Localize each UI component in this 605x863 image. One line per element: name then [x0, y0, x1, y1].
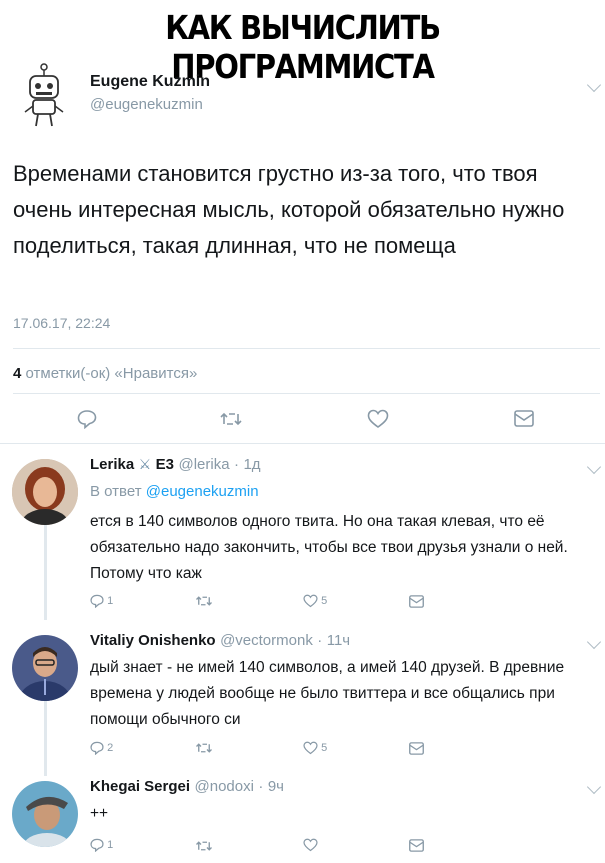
reply-button[interactable]: 1 — [90, 594, 113, 608]
retweet-button[interactable] — [195, 595, 213, 607]
message-button[interactable] — [514, 410, 534, 427]
divider — [13, 393, 600, 394]
message-icon — [514, 410, 534, 427]
robot-avatar[interactable] — [20, 62, 68, 130]
reply-count: 1 — [107, 594, 114, 607]
likes-label: отметки(-ок) «Нравится» — [25, 365, 198, 382]
chevron-down-icon[interactable] — [586, 459, 602, 475]
like-icon — [303, 741, 318, 755]
like-count: 5 — [321, 741, 328, 754]
retweet-icon — [220, 412, 242, 426]
reply-author-handle[interactable]: @vectormonk — [220, 632, 313, 649]
tweet-date: 17.06.17, 22:24 — [13, 315, 111, 331]
divider — [13, 348, 600, 349]
reply-header: Lerika ⚔ E3 @lerika · 1д — [90, 456, 261, 473]
message-icon — [409, 742, 424, 755]
retweet-icon — [196, 743, 212, 753]
like-button[interactable] — [367, 409, 389, 429]
like-icon — [303, 838, 318, 852]
author-handle[interactable]: @eugenekuzmin — [90, 96, 203, 113]
reply-icon — [90, 594, 104, 608]
crossed-swords-icon: ⚔ — [138, 456, 152, 472]
reply-button[interactable]: 2 — [90, 741, 113, 755]
author-name[interactable]: Eugene Kuzmin — [90, 73, 210, 91]
divider — [0, 443, 605, 444]
reply-author-name-suffix[interactable]: E3 — [156, 456, 174, 473]
reply-text: дый знает - не имей 140 символов, а имей… — [90, 659, 565, 728]
message-icon — [409, 595, 424, 608]
reply-author-handle[interactable]: @lerika — [178, 456, 229, 473]
reply-author-name[interactable]: Vitaliy Onishenko — [90, 632, 216, 649]
reply-author-name[interactable]: Khegai Sergei — [90, 778, 190, 795]
reply-header: Vitaliy Onishenko @vectormonk · 11ч — [90, 632, 351, 649]
reply-author-handle[interactable]: @nodoxi — [195, 778, 254, 795]
like-button[interactable]: 5 — [303, 741, 327, 755]
message-button[interactable] — [409, 595, 424, 608]
message-button[interactable] — [409, 839, 424, 852]
retweet-icon — [196, 596, 212, 606]
reply-text: ++ — [90, 805, 109, 822]
thread-line — [44, 524, 47, 620]
reply-count: 2 — [107, 741, 114, 754]
like-icon — [303, 594, 318, 608]
reply-time[interactable]: 1д — [243, 456, 260, 473]
thread-line — [44, 700, 47, 776]
likes-count: 4 — [13, 365, 22, 382]
like-button[interactable]: 5 — [303, 594, 327, 608]
like-icon — [367, 409, 389, 428]
reply-icon — [90, 741, 104, 755]
avatar[interactable] — [12, 781, 78, 847]
reply-to-handle[interactable]: @eugenekuzmin — [146, 483, 259, 500]
message-button[interactable] — [409, 742, 424, 755]
retweet-button[interactable] — [195, 840, 213, 852]
reply-time[interactable]: 9ч — [268, 778, 284, 795]
reply-text: ется в 140 символов одного твита. Но она… — [90, 513, 568, 582]
like-count: 5 — [321, 594, 328, 607]
chevron-down-icon[interactable] — [586, 779, 602, 795]
likes-summary[interactable]: 4 отметки(-ок) «Нравится» — [13, 365, 197, 382]
avatar[interactable] — [12, 459, 78, 525]
reply-time[interactable]: 11ч — [327, 632, 350, 649]
reply-button[interactable]: 1 — [90, 838, 113, 852]
message-icon — [409, 839, 424, 852]
like-button[interactable] — [303, 838, 318, 852]
reply-count: 1 — [107, 838, 114, 851]
avatar[interactable] — [12, 635, 78, 701]
retweet-button[interactable] — [195, 742, 213, 754]
tweet-text: Временами становится грустно из-за того,… — [13, 161, 565, 258]
reply-author-name[interactable]: Lerika — [90, 456, 134, 473]
chevron-down-icon[interactable] — [586, 77, 602, 93]
reply-to-line: В ответ @eugenekuzmin — [90, 483, 259, 500]
retweet-button[interactable] — [219, 411, 243, 427]
reply-to-label: В ответ — [90, 483, 142, 500]
reply-icon — [77, 410, 97, 429]
reply-icon — [90, 838, 104, 852]
chevron-down-icon[interactable] — [586, 634, 602, 650]
reply-header: Khegai Sergei @nodoxi · 9ч — [90, 778, 285, 795]
retweet-icon — [196, 841, 212, 851]
reply-button[interactable] — [77, 409, 97, 429]
